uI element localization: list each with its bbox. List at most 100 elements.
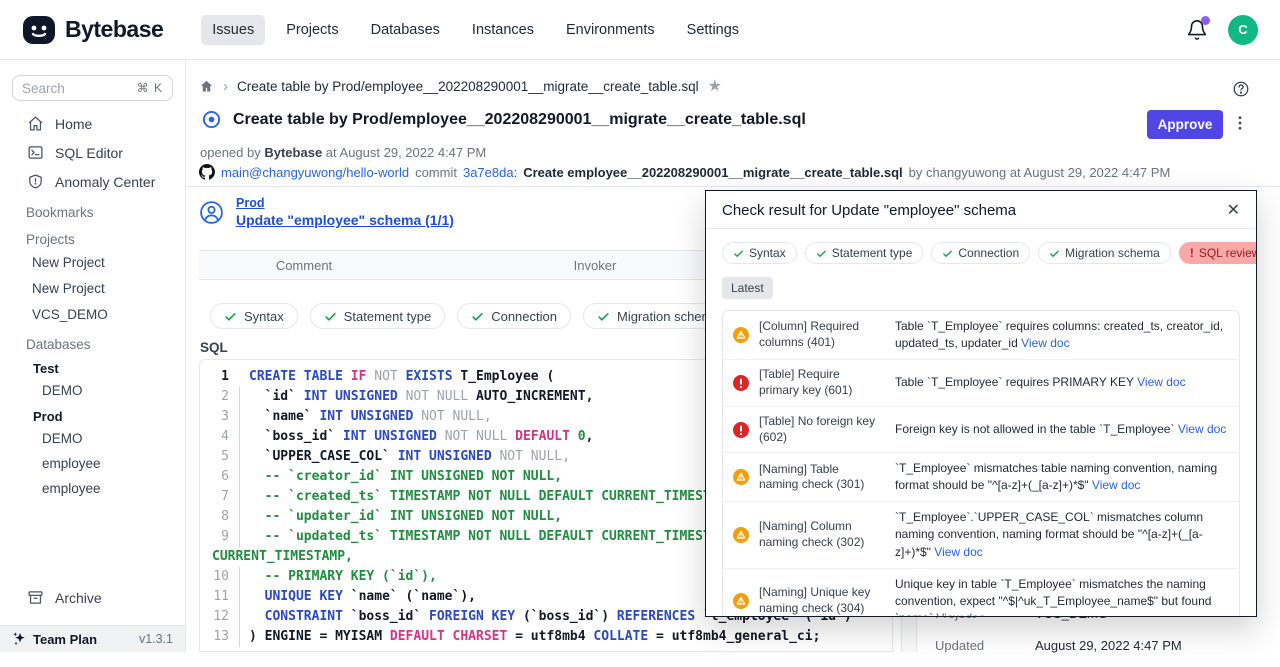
commit-line: main@changyuwong/hello-world commit 3a7e… [199,164,1170,180]
check-result-list: [Column] Required columns (401)Table `T_… [722,310,1240,617]
exclamation-icon: ! [1190,246,1194,260]
modal-title: Check result for Update "employee" schem… [722,202,1016,219]
line-number: 11 [200,587,240,607]
nav-item-issues[interactable]: Issues [201,15,265,45]
view-doc-link[interactable]: View doc [1137,375,1185,389]
nav-item-projects[interactable]: Projects [275,15,349,45]
nav-item-databases[interactable]: Databases [360,15,451,45]
commit-hash-link[interactable]: 3a7e8da: [463,165,517,180]
issue-meta: opened by Bytebase at August 29, 2022 4:… [200,145,486,160]
view-doc-link[interactable]: View doc [1021,336,1069,350]
sidebar-item-archive[interactable]: Archive [0,583,185,612]
check-icon [597,310,610,323]
warning-icon [733,527,749,543]
check-message: `T_Employee` mismatches table naming con… [895,460,1229,494]
help-icon[interactable] [1232,80,1250,98]
check-result-row: [Table] Require primary key (601)Table `… [723,359,1239,406]
breadcrumb-separator: › [223,78,228,95]
top-navbar: Bytebase Issues Projects Databases Instance… [0,0,1280,60]
more-options-icon[interactable] [1231,114,1249,132]
breadcrumb-title[interactable]: Create table by Prod/employee__202208290… [237,79,699,94]
sidebar-item-anomaly-center[interactable]: Anomaly Center [0,167,185,196]
line-number: 12 [200,607,240,627]
sidebar-db-item[interactable]: employee [0,451,185,476]
sidebar-item-label: SQL Editor [55,145,123,161]
stage-user-icon [199,196,224,228]
bookmark-star-icon[interactable]: ★ [708,79,722,95]
navbar-right: C [1186,15,1258,45]
primary-nav: Issues Projects Databases Instances Environm… [201,15,750,45]
sidebar-section-bookmarks: Bookmarks [0,196,185,223]
grid-header-comment: Comment [199,258,409,273]
view-doc-link[interactable]: View doc [934,545,982,559]
nav-item-environments[interactable]: Environments [555,15,666,45]
sidebar-project-item[interactable]: New Project [0,250,185,276]
check-result-row: [Naming] Column naming check (302) `T_Emp… [723,501,1239,567]
plan-label[interactable]: Team Plan [33,632,97,647]
bytebase-app: Bytebase Issues Projects Databases Instance… [0,0,1280,667]
check-pill-syntax[interactable]: Syntax [210,303,298,329]
sidebar-project-item[interactable]: VCS_DEMO [0,302,185,328]
sidebar-item-sql-editor[interactable]: SQL Editor [0,138,185,167]
approve-button[interactable]: Approve [1147,110,1223,139]
check-pill-migration-schema[interactable]: Migration schema [1038,242,1171,264]
check-rule-label: [Table] Require primary key (601) [759,367,879,399]
notifications-bell-icon[interactable] [1186,19,1208,41]
nav-item-instances[interactable]: Instances [461,15,545,45]
check-pill-sql-review[interactable]: ! SQL review [1179,242,1257,264]
check-pill-statement-type[interactable]: Statement type [805,242,924,264]
view-doc-link[interactable]: View doc [1092,478,1140,492]
latest-chip[interactable]: Latest [722,277,773,299]
check-rule-label: [Naming] Table naming check (301) [759,462,879,494]
sidebar-db-item[interactable]: DEMO [0,378,185,403]
line-number: 2 [200,387,240,407]
search-input[interactable]: Search ⌘ K [12,75,173,101]
brand[interactable]: Bytebase [22,13,163,47]
sidebar-project-item[interactable]: New Project [0,276,185,302]
stage-env-link[interactable]: Prod [236,196,454,210]
check-pill-connection[interactable]: Connection [931,242,1030,264]
home-breadcrumb-icon[interactable] [199,79,214,94]
nav-item-settings[interactable]: Settings [676,15,750,45]
sidebar-db-item[interactable]: DEMO [0,426,185,451]
check-rule-label: [Column] Required columns (401) [759,319,879,351]
check-rule-label: [Table] No foreign key (602) [759,414,879,446]
home-icon [27,115,44,132]
issue-open-status-icon [202,110,221,129]
check-result-row: [Naming] Table naming check (301) `T_Empl… [723,452,1239,501]
sidebar-section-databases: Databases [0,328,185,355]
check-icon [942,248,953,259]
view-doc-link[interactable]: View doc [1178,422,1226,436]
check-rule-label: [Naming] Column naming check (302) [759,519,879,551]
modal-check-pills: Syntax Statement type Connection Migration … [722,242,1240,264]
modal-header: Check result for Update "employee" schem… [706,191,1256,229]
check-pill-syntax[interactable]: Syntax [722,242,797,264]
view-doc-link[interactable]: View doc [936,611,984,617]
check-result-row: [Table] No foreign key (602)Foreign key … [723,406,1239,453]
close-icon[interactable]: ✕ [1227,203,1240,219]
search-placeholder: Search [22,81,65,96]
breadcrumb: › Create table by Prod/employee__2022082… [199,78,722,95]
check-pill-statement-type[interactable]: Statement type [310,303,445,329]
sidebar-item-home[interactable]: Home [0,109,185,138]
archive-label: Archive [55,590,102,606]
vcs-branch-link[interactable]: main@changyuwong/hello-world [221,165,409,180]
right-panel-updated-row: Updated August 29, 2022 4:47 PM [935,638,1182,653]
sidebar-db-item[interactable]: employee [0,476,185,501]
avatar[interactable]: C [1228,15,1258,45]
bytebase-logo-icon [22,13,56,47]
brand-name: Bytebase [65,16,163,43]
stage-task-link[interactable]: Update "employee" schema (1/1) [236,212,454,228]
stage-section: Prod Update "employee" schema (1/1) [199,196,454,228]
check-pill-label: Syntax [244,309,284,324]
check-message: `T_Employee`.`UPPER_CASE_COL` mismatches… [895,509,1229,560]
check-pill-label: Statement type [832,246,913,260]
check-pill-label: Migration schema [1065,246,1160,260]
line-number: 6 [200,467,240,487]
check-pill-label: SQL review [1199,246,1257,260]
check-pill-label: Connection [958,246,1019,260]
warning-icon [733,593,749,609]
warning-icon [733,327,749,343]
field-label: Updated [935,638,1035,653]
check-pill-connection[interactable]: Connection [457,303,571,329]
